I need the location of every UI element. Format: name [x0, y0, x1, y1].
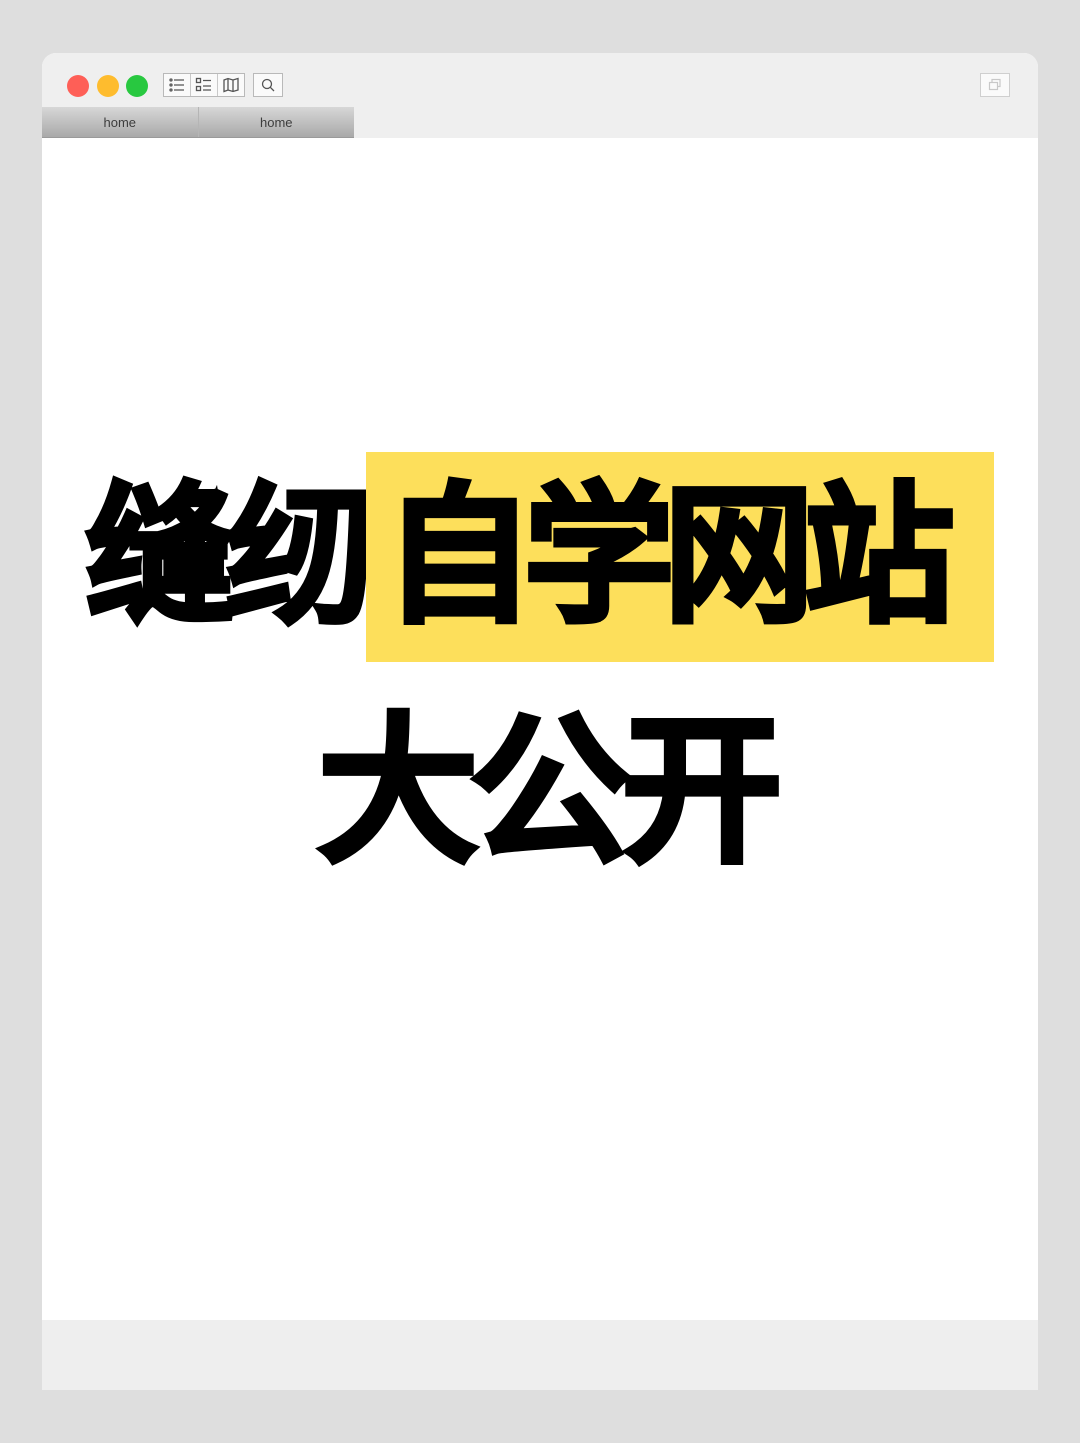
minimize-button[interactable]: [97, 75, 119, 97]
map-view-button[interactable]: [218, 74, 244, 96]
list-view-button[interactable]: [164, 74, 191, 96]
list-icon: [169, 78, 184, 92]
map-icon: [223, 77, 239, 93]
checklist-icon: [195, 77, 211, 92]
window-footer: [42, 1320, 1038, 1390]
checklist-view-button[interactable]: [191, 74, 218, 96]
headline-highlight-text: 自学网站: [366, 452, 995, 662]
tab-bar: home home: [42, 107, 354, 138]
zoom-button[interactable]: [126, 75, 148, 97]
restore-window-button[interactable]: [980, 73, 1010, 97]
title-bar: home home: [42, 53, 1038, 138]
view-toolbar: [163, 73, 245, 97]
headline-line-2: 大公开: [315, 698, 784, 885]
search-icon: [261, 78, 275, 92]
headline-plain-text: 缝纫: [83, 470, 378, 644]
headline-line-1: 缝纫 自学网站: [0, 452, 1080, 662]
close-button[interactable]: [67, 75, 89, 97]
tab-home-1[interactable]: home: [42, 107, 199, 137]
search-button[interactable]: [253, 73, 283, 97]
tab-home-2[interactable]: home: [198, 107, 354, 137]
restore-window-icon: [988, 78, 1001, 91]
